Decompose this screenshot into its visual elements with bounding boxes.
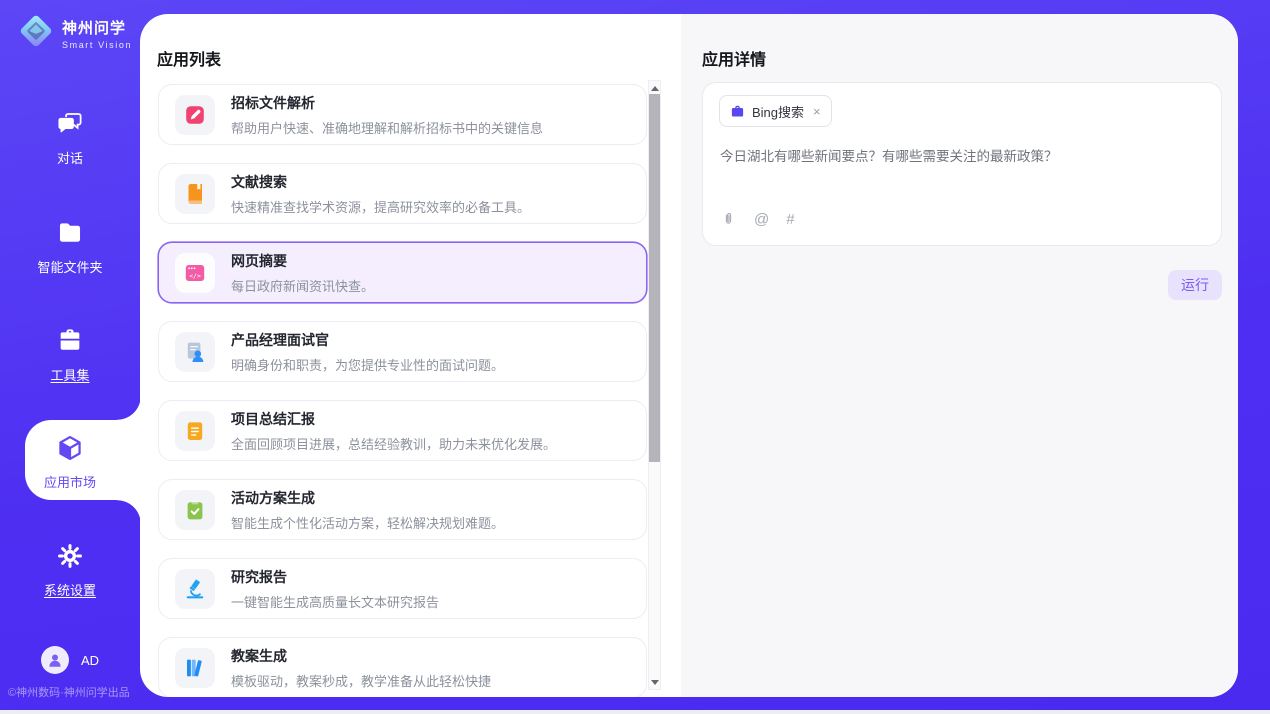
app-card-desc: 全面回顾项目进展，总结经验教训，助力未来优化发展。 (231, 434, 556, 453)
app-card-desc: 明确身份和职责，为您提供专业性的面试问题。 (231, 355, 504, 374)
avatar (41, 646, 69, 674)
books-icon (175, 648, 215, 688)
app-list-item-pm-interviewer[interactable]: 产品经理面试官 明确身份和职责，为您提供专业性的面试问题。 (158, 321, 647, 382)
sidebar-item-smart-folder[interactable]: 智能文件夹 (0, 219, 140, 276)
app-list-item-event-plan[interactable]: 活动方案生成 智能生成个性化活动方案，轻松解决规划难题。 (158, 479, 647, 540)
sidebar-nav: 对话 智能文件夹 工具集 应用市场 系统设置 (0, 0, 140, 714)
app-list-item-project-report[interactable]: 项目总结汇报 全面回顾项目进展，总结经验教训，助力未来优化发展。 (158, 400, 647, 461)
app-card-desc: 模板驱动，教案秒成，教学准备从此轻松快捷 (231, 671, 491, 690)
app-list-item-web-summary[interactable]: </> 网页摘要 每日政府新闻资讯快查。 (158, 242, 647, 303)
user-profile[interactable]: AD (0, 646, 140, 674)
app-card-title: 网页摘要 (231, 251, 374, 271)
app-card-desc: 智能生成个性化活动方案，轻松解决规划难题。 (231, 513, 504, 532)
user-name: AD (81, 653, 99, 668)
app-card-desc: 一键智能生成高质量长文本研究报告 (231, 592, 439, 611)
copyright-footer: ©神州数码·神州问学出品 (8, 684, 130, 700)
book-icon (175, 174, 215, 214)
app-detail-panel: 应用详情 Bing搜索 × 今日湖北有哪些新闻要点？有哪些需要关注的最新政策？ (681, 14, 1238, 697)
app-card-title: 项目总结汇报 (231, 409, 556, 429)
app-card-title: 文献搜索 (231, 172, 530, 192)
folder-icon (56, 219, 84, 247)
prompt-text[interactable]: 今日湖北有哪些新闻要点？有哪些需要关注的最新政策？ (720, 145, 1200, 165)
scrollbar-thumb[interactable] (649, 94, 660, 462)
app-card-title: 活动方案生成 (231, 488, 504, 508)
tool-tag-bing-search[interactable]: Bing搜索 × (719, 95, 832, 127)
edit-doc-icon (175, 95, 215, 135)
sidebar-item-label: 智能文件夹 (0, 257, 140, 276)
app-card-desc: 帮助用户快速、准确地理解和解析招标书中的关键信息 (231, 118, 543, 137)
notepad-icon (175, 411, 215, 451)
interviewer-icon (175, 332, 215, 372)
tag-close-button[interactable]: × (813, 105, 821, 118)
svg-text:</>: </> (189, 272, 201, 280)
app-list-item-bid-parse[interactable]: 招标文件解析 帮助用户快速、准确地理解和解析招标书中的关键信息 (158, 84, 647, 145)
sidebar-item-label: 工具集 (0, 365, 140, 384)
toolbox-icon (56, 327, 84, 355)
at-icon[interactable]: @ (754, 212, 769, 227)
sidebar-item-label: 对话 (0, 148, 140, 167)
arrow-down-icon (651, 680, 659, 685)
app-list: 招标文件解析 帮助用户快速、准确地理解和解析招标书中的关键信息 文献搜索 快速精… (158, 84, 647, 697)
scrollbar-up-button[interactable] (649, 81, 660, 95)
sidebar-item-label: 系统设置 (0, 580, 140, 599)
app-window: 神州问学 Smart Vision 对话 智能文件夹 工具集 应用市场 系统设置… (0, 0, 1270, 714)
sidebar-item-app-market[interactable]: 应用市场 (0, 434, 140, 491)
clipboard-check-icon (175, 490, 215, 530)
content-panel: 应用列表 招标文件解析 帮助用户快速、准确地理解和解析招标书中的关键信息 文献搜… (140, 14, 1238, 697)
briefcase-icon (730, 104, 745, 119)
app-list-item-literature-search[interactable]: 文献搜索 快速精准查找学术资源，提高研究效率的必备工具。 (158, 163, 647, 224)
cube-icon (56, 434, 84, 462)
app-card-desc: 快速精准查找学术资源，提高研究效率的必备工具。 (231, 197, 530, 216)
app-card-title: 产品经理面试官 (231, 330, 504, 350)
tool-tag-label: Bing搜索 (752, 102, 804, 121)
microscope-icon (175, 569, 215, 609)
app-list-item-lesson-plan[interactable]: 教案生成 模板驱动，教案秒成，教学准备从此轻松快捷 (158, 637, 647, 697)
arrow-up-icon (651, 86, 659, 91)
app-card-title: 招标文件解析 (231, 93, 543, 113)
scrollbar[interactable] (648, 80, 661, 690)
app-list-title: 应用列表 (157, 46, 221, 70)
sidebar-item-system-settings[interactable]: 系统设置 (0, 542, 140, 599)
attachment-toolbar: @ # (720, 211, 795, 228)
app-card-desc: 每日政府新闻资讯快查。 (231, 276, 374, 295)
gear-icon (56, 542, 84, 570)
webpage-icon: </> (175, 253, 215, 293)
chat-icon (56, 110, 84, 138)
app-card-title: 教案生成 (231, 646, 491, 666)
scrollbar-down-button[interactable] (649, 675, 660, 689)
paperclip-icon[interactable] (720, 211, 737, 228)
hash-icon[interactable]: # (786, 212, 794, 227)
prompt-card[interactable]: Bing搜索 × 今日湖北有哪些新闻要点？有哪些需要关注的最新政策？ @ # (702, 82, 1222, 246)
app-detail-title: 应用详情 (702, 46, 766, 70)
sidebar-item-label: 应用市场 (0, 472, 140, 491)
run-button[interactable]: 运行 (1168, 270, 1222, 300)
sidebar-item-chat[interactable]: 对话 (0, 110, 140, 167)
sidebar-item-toolset[interactable]: 工具集 (0, 327, 140, 384)
app-card-title: 研究报告 (231, 567, 439, 587)
bottom-strip (0, 710, 1270, 714)
app-list-panel: 应用列表 招标文件解析 帮助用户快速、准确地理解和解析招标书中的关键信息 文献搜… (140, 14, 681, 697)
app-list-item-research-report[interactable]: 研究报告 一键智能生成高质量长文本研究报告 (158, 558, 647, 619)
